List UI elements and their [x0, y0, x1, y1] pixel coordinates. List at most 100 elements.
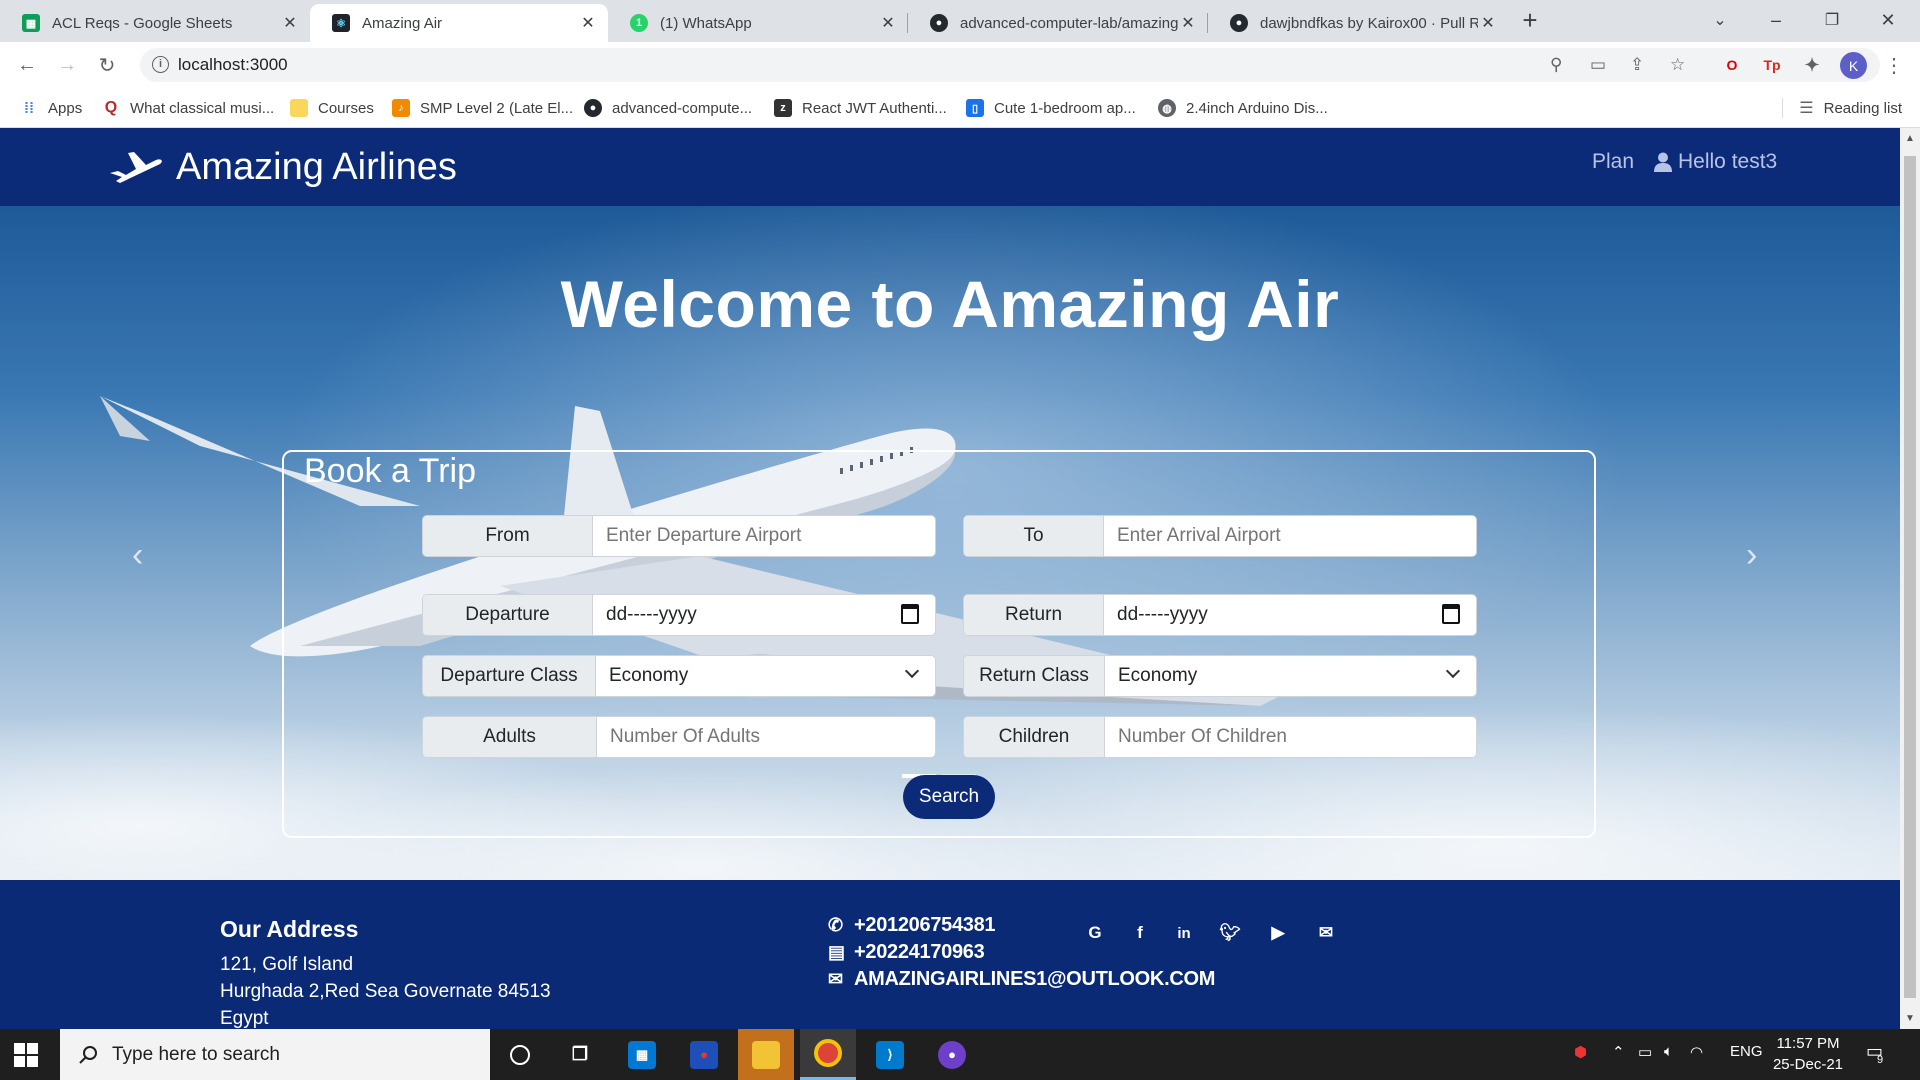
return-class-group: Return Class Economy	[963, 655, 1477, 697]
user-greeting: Hello test3	[1678, 150, 1778, 173]
departure-class-group: Departure Class Economy	[422, 655, 936, 697]
cortana-icon[interactable]	[492, 1029, 548, 1080]
vscode-icon[interactable]: ⟩	[862, 1029, 918, 1080]
divider	[1782, 98, 1784, 118]
search-button[interactable]: Search	[903, 775, 995, 819]
bookmark-arduino[interactable]: ◍ 2.4inch Arduino Dis...	[1158, 96, 1328, 120]
url-text[interactable]: localhost:3000	[178, 55, 288, 75]
close-icon[interactable]: ✕	[578, 13, 598, 33]
github-desktop-icon[interactable]: ●	[924, 1029, 980, 1080]
from-input[interactable]	[593, 516, 935, 556]
children-input[interactable]	[1105, 717, 1476, 757]
tp-extension-icon[interactable]: Tp	[1760, 53, 1784, 77]
calendar-icon[interactable]	[901, 604, 919, 624]
bookmark-label: Courses	[318, 99, 374, 117]
brand-logo[interactable]: Amazing Airlines	[106, 140, 457, 194]
carousel-next-icon[interactable]: ›	[1746, 536, 1757, 575]
minimize-button[interactable]: –	[1748, 0, 1804, 40]
opera-icon[interactable]: O	[1720, 53, 1744, 77]
calendar-icon[interactable]	[1442, 604, 1460, 624]
tab-github-repo[interactable]: ● advanced-computer-lab/amazing ✕	[908, 4, 1208, 42]
bookmark-github[interactable]: ● advanced-compute...	[584, 96, 752, 120]
bookmark-courses[interactable]: Courses	[290, 96, 374, 120]
star-icon[interactable]: ☆	[1670, 55, 1685, 75]
menu-icon[interactable]: ⋮	[1880, 51, 1908, 79]
close-icon[interactable]: ✕	[878, 13, 898, 33]
card-icon[interactable]: ▭	[1590, 55, 1606, 75]
battery-icon[interactable]: ▭	[1638, 1043, 1652, 1061]
bookmark-smp[interactable]: ♪ SMP Level 2 (Late El...	[392, 96, 573, 120]
close-icon[interactable]: ✕	[280, 13, 300, 33]
task-view-icon[interactable]: ❐	[552, 1029, 608, 1080]
new-tab-button[interactable]: +	[1504, 0, 1556, 40]
app-icon[interactable]: ●	[676, 1029, 732, 1080]
carousel-prev-icon[interactable]: ‹	[132, 536, 143, 575]
close-icon[interactable]: ✕	[1478, 13, 1498, 33]
reload-icon[interactable]: ↻	[93, 51, 121, 79]
nav-plan-link[interactable]: Plan	[1592, 150, 1634, 174]
youtube-icon[interactable]: ▶	[1265, 920, 1291, 946]
chrome-icon[interactable]	[800, 1029, 856, 1080]
email-contact[interactable]: ✉ AMAZINGAIRLINES1@OUTLOOK.COM	[828, 968, 1215, 991]
scrollbar-thumb[interactable]	[1904, 156, 1916, 998]
antivirus-icon[interactable]: ⬢	[1574, 1043, 1587, 1061]
tab-github-pull-request[interactable]: ● dawjbndfkas by Kairox00 · Pull Re ✕	[1208, 4, 1508, 42]
envelope-icon[interactable]: ✉	[1313, 920, 1339, 946]
tab-whatsapp[interactable]: 1 (1) WhatsApp ✕	[608, 4, 908, 42]
volume-icon[interactable]: 🔈︎	[1664, 1043, 1673, 1060]
restore-button[interactable]: ❐	[1804, 0, 1860, 40]
extensions-icon[interactable]: ✦	[1800, 53, 1824, 77]
zoom-icon[interactable]: ⚲	[1550, 55, 1562, 75]
adults-input[interactable]	[597, 717, 935, 757]
language-indicator[interactable]: ENG	[1730, 1043, 1763, 1060]
email-address: AMAZINGAIRLINES1@OUTLOOK.COM	[854, 968, 1216, 990]
return-date-input[interactable]: dd-----yyyy	[1104, 595, 1476, 635]
scroll-up-icon[interactable]: ▲	[1900, 130, 1920, 147]
back-icon[interactable]: ←	[13, 51, 41, 79]
tab-title: ACL Reqs - Google Sheets	[52, 14, 233, 32]
to-label: To	[964, 516, 1104, 556]
reading-list-label: Reading list	[1823, 99, 1902, 117]
taskbar-search[interactable]: Type here to search	[60, 1029, 490, 1080]
file-explorer-icon[interactable]	[738, 1029, 794, 1080]
clock[interactable]: 11:57 PM 25-Dec-21	[1768, 1033, 1848, 1075]
reading-list-button[interactable]: ☰ Reading list	[1782, 96, 1902, 120]
bookmark-apps[interactable]: ⁞⁞ Apps	[20, 96, 82, 120]
tab-search-button[interactable]: ⌄	[1692, 0, 1748, 40]
window-close-button[interactable]: ✕	[1860, 0, 1916, 40]
bookmark-label: What classical musi...	[130, 99, 275, 117]
share-icon[interactable]: ⇪	[1630, 55, 1644, 75]
bookmark-label: Apps	[48, 99, 83, 117]
address-bar[interactable]: i localhost:3000 ⚲ ▭ ⇪ ☆	[140, 48, 1880, 82]
google-icon[interactable]: G	[1082, 920, 1108, 946]
nav-user-menu[interactable]: Hello test3	[1654, 150, 1777, 174]
profile-avatar[interactable]: K	[1840, 52, 1867, 79]
page-scrollbar[interactable]: ▲ ▼	[1900, 128, 1920, 1029]
departure-class-select[interactable]: Economy	[596, 656, 935, 696]
twitter-icon[interactable]: 🐦︎	[1217, 920, 1243, 946]
phone-contact[interactable]: ✆ +201206754381	[828, 914, 996, 937]
address-heading: Our Address	[220, 916, 359, 942]
return-class-select[interactable]: Economy	[1105, 656, 1476, 696]
to-input[interactable]	[1104, 516, 1476, 556]
windows-start-icon[interactable]	[14, 1043, 38, 1067]
tab-google-sheets[interactable]: ▦ ACL Reqs - Google Sheets ✕	[0, 4, 310, 42]
site-info-icon[interactable]: i	[152, 56, 169, 73]
tab-amazing-air[interactable]: ⚛ Amazing Air ✕	[310, 4, 608, 42]
bookmark-apartment[interactable]: ▯ Cute 1-bedroom ap...	[966, 96, 1136, 120]
departure-date-input[interactable]: dd-----yyyy	[593, 595, 935, 635]
bookmark-react-jwt[interactable]: z React JWT Authenti...	[774, 96, 947, 120]
linkedin-icon[interactable]: in	[1171, 920, 1197, 946]
scroll-down-icon[interactable]: ▼	[1900, 1010, 1920, 1027]
departure-date-value: dd-----yyyy	[606, 604, 697, 625]
user-icon	[1654, 152, 1672, 172]
notifications-icon[interactable]: ▭9	[1866, 1041, 1889, 1066]
forward-icon[interactable]: →	[53, 51, 81, 79]
bookmark-quora[interactable]: Q What classical musi...	[102, 96, 274, 120]
store-icon[interactable]: ▦	[614, 1029, 670, 1080]
fax-contact: ▤ +20224170963	[828, 941, 985, 964]
facebook-icon[interactable]: f	[1127, 920, 1153, 946]
wifi-icon[interactable]: ◠	[1690, 1043, 1703, 1061]
close-icon[interactable]: ✕	[1178, 13, 1198, 33]
chevron-up-icon[interactable]: ⌃	[1612, 1043, 1625, 1061]
